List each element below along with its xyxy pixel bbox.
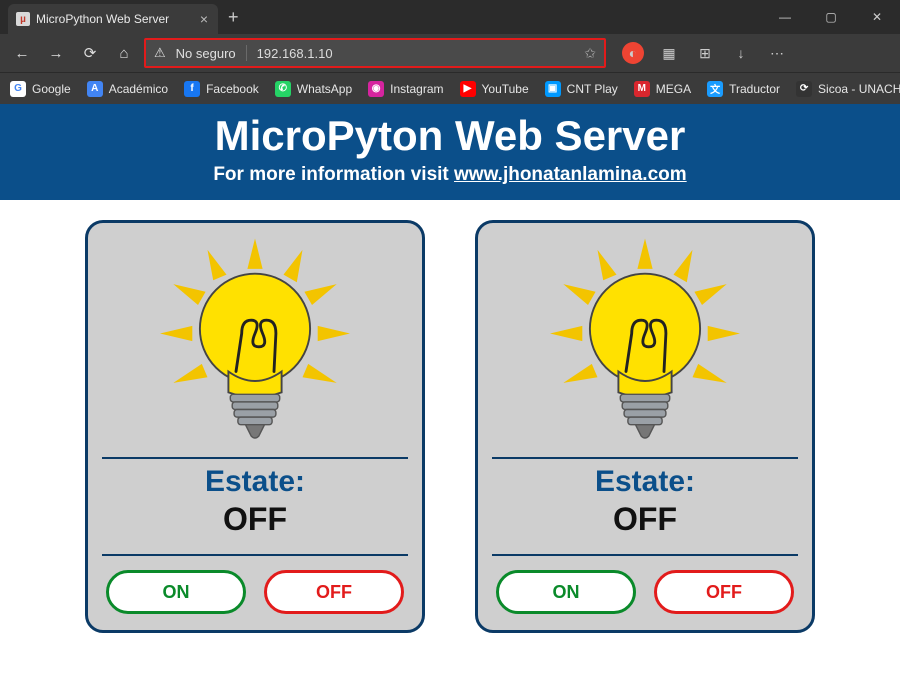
bookmarks-bar: G Google A Académico f Facebook ✆ WhatsApp ◉ Inst… (0, 72, 900, 104)
bookmark-favicon: ▶ (460, 81, 476, 97)
bookmark-label: Sicoa - UNACH (818, 82, 900, 96)
on-button[interactable]: ON (496, 570, 636, 614)
window-maximize-button[interactable]: ▢ (808, 0, 854, 34)
bookmark-favicon: M (634, 81, 650, 97)
bookmark-item[interactable]: f Facebook (184, 81, 259, 97)
bookmark-item[interactable]: 文 Traductor (707, 81, 780, 97)
tab-close-icon[interactable]: × (200, 12, 208, 26)
status-label: Estate: (102, 457, 408, 499)
qr-extension-icon[interactable]: ▦ (658, 42, 680, 64)
bookmark-favicon: ▣ (545, 81, 561, 97)
device-card: Estate:OFFONOFF (85, 220, 425, 633)
nav-back-button[interactable]: ← (8, 39, 36, 67)
address-bar[interactable]: ⚠ No seguro 192.168.1.10 ✩ (144, 38, 606, 68)
bookmark-favicon: G (10, 81, 26, 97)
status-label: Estate: (492, 457, 798, 499)
page-title: MicroPyton Web Server (0, 112, 900, 160)
page-header: MicroPyton Web Server For more informati… (0, 104, 900, 200)
bulb-illustration (540, 233, 750, 453)
button-row: ON OFF (492, 554, 798, 614)
bookmark-favicon: ◉ (368, 81, 384, 97)
security-warning-icon: ⚠ (154, 45, 166, 61)
bookmark-item[interactable]: ✆ WhatsApp (275, 81, 352, 97)
bookmark-item[interactable]: ▣ CNT Play (545, 81, 618, 97)
bookmark-label: Traductor (729, 82, 780, 96)
nav-forward-button[interactable]: → (42, 39, 70, 67)
on-button[interactable]: ON (106, 570, 246, 614)
favorite-star-icon[interactable]: ✩ (584, 45, 596, 62)
extensions-puzzle-icon[interactable]: ⊞ (694, 42, 716, 64)
bookmark-label: MEGA (656, 82, 691, 96)
address-separator (246, 45, 247, 61)
window-controls: ― ▢ ✕ (762, 0, 900, 34)
browser-tab[interactable]: µ MicroPython Web Server × (8, 4, 218, 34)
tab-favicon: µ (16, 12, 30, 26)
lightbulb-icon (550, 238, 740, 448)
off-button[interactable]: OFF (264, 570, 404, 614)
bookmark-favicon: ⟳ (796, 81, 812, 97)
nav-reload-button[interactable]: ⟳ (76, 39, 104, 67)
device-card: Estate:OFFONOFF (475, 220, 815, 633)
address-url-text: 192.168.1.10 (257, 46, 575, 61)
browser-toolbar: ← → ⟳ ⌂ ⚠ No seguro 192.168.1.10 ✩ ◐ ▦ ⊞… (0, 34, 900, 72)
bookmark-label: Facebook (206, 82, 259, 96)
bookmark-item[interactable]: ▶ YouTube (460, 81, 529, 97)
bookmark-favicon: f (184, 81, 200, 97)
bookmark-item[interactable]: ⟳ Sicoa - UNACH (796, 81, 900, 97)
status-value: OFF (613, 501, 677, 538)
bookmark-item[interactable]: A Académico (87, 81, 168, 97)
page-subtitle: For more information visit www.jhonatanl… (0, 164, 900, 186)
off-button[interactable]: OFF (654, 570, 794, 614)
lightbulb-icon (160, 238, 350, 448)
button-row: ON OFF (102, 554, 408, 614)
bookmark-label: Instagram (390, 82, 443, 96)
adblock-icon[interactable]: ◐ (622, 42, 644, 64)
tab-title: MicroPython Web Server (36, 12, 169, 26)
browser-titlebar: µ MicroPython Web Server × + ― ▢ ✕ (0, 0, 900, 34)
bookmark-favicon: 文 (707, 81, 723, 97)
bookmark-label: YouTube (482, 82, 529, 96)
status-value: OFF (223, 501, 287, 538)
nav-home-button[interactable]: ⌂ (110, 39, 138, 67)
extension-icons: ◐ ▦ ⊞ ↓ ⋯ (622, 42, 788, 64)
bookmark-label: WhatsApp (297, 82, 352, 96)
bookmark-favicon: ✆ (275, 81, 291, 97)
window-close-button[interactable]: ✕ (854, 0, 900, 34)
bookmark-item[interactable]: M MEGA (634, 81, 691, 97)
page-content: MicroPyton Web Server For more informati… (0, 104, 900, 653)
window-minimize-button[interactable]: ― (762, 0, 808, 34)
cards-row: Estate:OFFONOFF Estate:OFFONOFF (0, 200, 900, 653)
subtitle-link[interactable]: www.jhonatanlamina.com (454, 164, 687, 185)
bookmark-label: Google (32, 82, 71, 96)
downloads-icon[interactable]: ↓ (730, 42, 752, 64)
more-menu-icon[interactable]: ⋯ (766, 42, 788, 64)
bookmark-favicon: A (87, 81, 103, 97)
security-warning-text: No seguro (176, 46, 236, 61)
new-tab-button[interactable]: + (218, 7, 249, 28)
bulb-illustration (150, 233, 360, 453)
bookmark-label: CNT Play (567, 82, 618, 96)
bookmark-label: Académico (109, 82, 168, 96)
bookmark-item[interactable]: G Google (10, 81, 71, 97)
subtitle-prefix: For more information visit (213, 164, 454, 185)
bookmark-item[interactable]: ◉ Instagram (368, 81, 443, 97)
